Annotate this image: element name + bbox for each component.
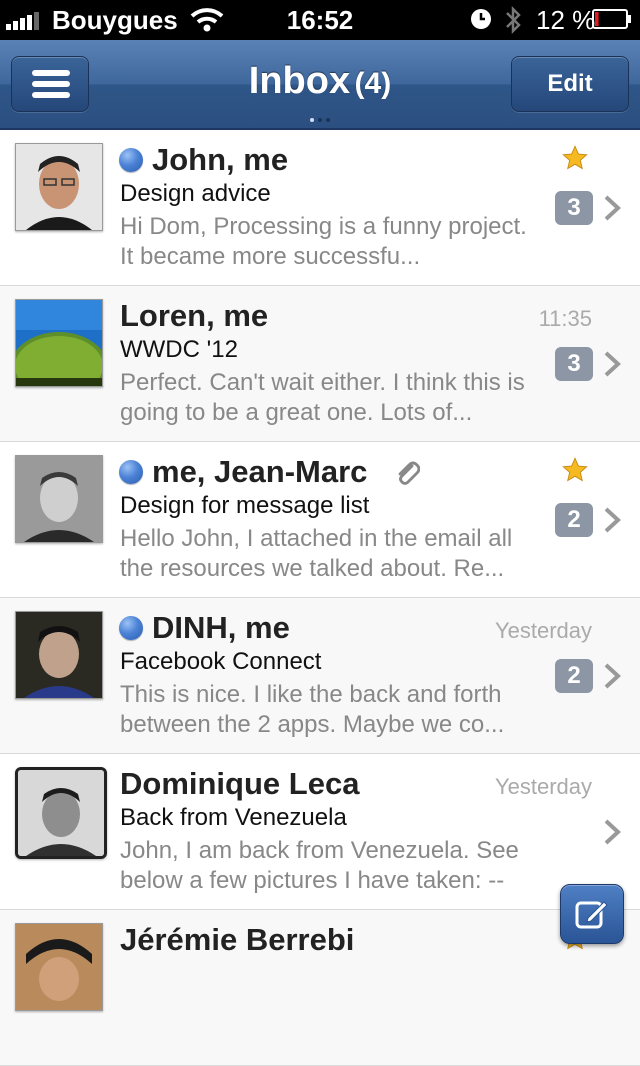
message-row[interactable]: DINH, me Yesterday Facebook Connect 2 Th… [0, 598, 640, 754]
star-icon[interactable] [561, 144, 589, 172]
unread-indicator [119, 148, 143, 172]
message-subject: WWDC '12 [120, 336, 238, 363]
message-sender: Loren, me [120, 298, 269, 333]
chevron-right-icon [604, 351, 621, 377]
alarm-clock-icon [471, 9, 491, 29]
thread-count-badge: 3 [555, 191, 593, 225]
avatar [15, 455, 103, 543]
message-preview: John, I am back from Venezuela. See belo… [120, 837, 519, 894]
thread-count-badge: 3 [555, 347, 593, 381]
edit-button[interactable]: Edit [511, 56, 629, 112]
message-preview: Perfect. Can't wait either. I think this… [120, 369, 525, 426]
message-date: Yesterday [494, 774, 592, 799]
message-row[interactable]: Dominique Leca Yesterday Back from Venez… [0, 754, 640, 910]
avatar [15, 923, 103, 1011]
message-preview: This is nice. I like the back and forth … [120, 681, 505, 738]
status-bar: Bouygues 16:52 12 % [0, 0, 640, 40]
chevron-right-icon [604, 819, 621, 845]
compose-icon [575, 901, 608, 929]
message-sender: DINH, me [152, 610, 290, 645]
message-sender: John, me [152, 142, 289, 177]
unread-indicator [119, 460, 143, 484]
star-icon[interactable] [561, 456, 589, 484]
message-subject: Back from Venezuela [120, 804, 347, 831]
inbox-unread-count: (4) [354, 67, 392, 100]
chevron-right-icon [604, 663, 621, 689]
message-subject: Design advice [120, 180, 271, 207]
bluetooth-icon [506, 5, 521, 35]
message-date: 11:35 [538, 306, 592, 331]
message-subject: Design for message list [120, 492, 370, 519]
thread-count-badge: 2 [555, 503, 593, 537]
message-list: John, me Design advice 3 Hi Dom, Process… [0, 130, 640, 1066]
battery-icon [592, 9, 631, 29]
inbox-title: Inbox [248, 60, 351, 102]
avatar [15, 767, 107, 859]
message-sender: Dominique Leca [120, 766, 360, 801]
avatar [15, 611, 103, 699]
message-row[interactable]: Loren, me 11:35 WWDC '12 3 Perfect. Can'… [0, 286, 640, 442]
message-date: Yesterday [494, 618, 592, 643]
paperclip-icon [398, 461, 420, 485]
message-row[interactable]: me, Jean-Marc Design for message list 2 … [0, 442, 640, 598]
thread-count-badge: 2 [555, 659, 593, 693]
message-row[interactable]: Jérémie Berrebi [0, 910, 640, 1066]
message-subject: Facebook Connect [120, 648, 322, 675]
chevron-right-icon [604, 195, 621, 221]
chevron-right-icon [604, 507, 621, 533]
message-preview: Hi Dom, Processing is a funny project. I… [120, 213, 527, 270]
message-row[interactable]: John, me Design advice 3 Hi Dom, Process… [0, 130, 640, 286]
unread-indicator [119, 616, 143, 640]
battery-percent: 12 % [536, 5, 596, 35]
compose-button[interactable] [560, 884, 624, 944]
avatar [15, 299, 103, 387]
message-preview: Hello John, I attached in the email all … [120, 525, 513, 582]
message-sender: me, Jean-Marc [152, 454, 368, 489]
avatar [15, 143, 103, 231]
message-sender: Jérémie Berrebi [120, 922, 355, 957]
navigation-bar: Inbox (4) Edit [0, 40, 640, 130]
